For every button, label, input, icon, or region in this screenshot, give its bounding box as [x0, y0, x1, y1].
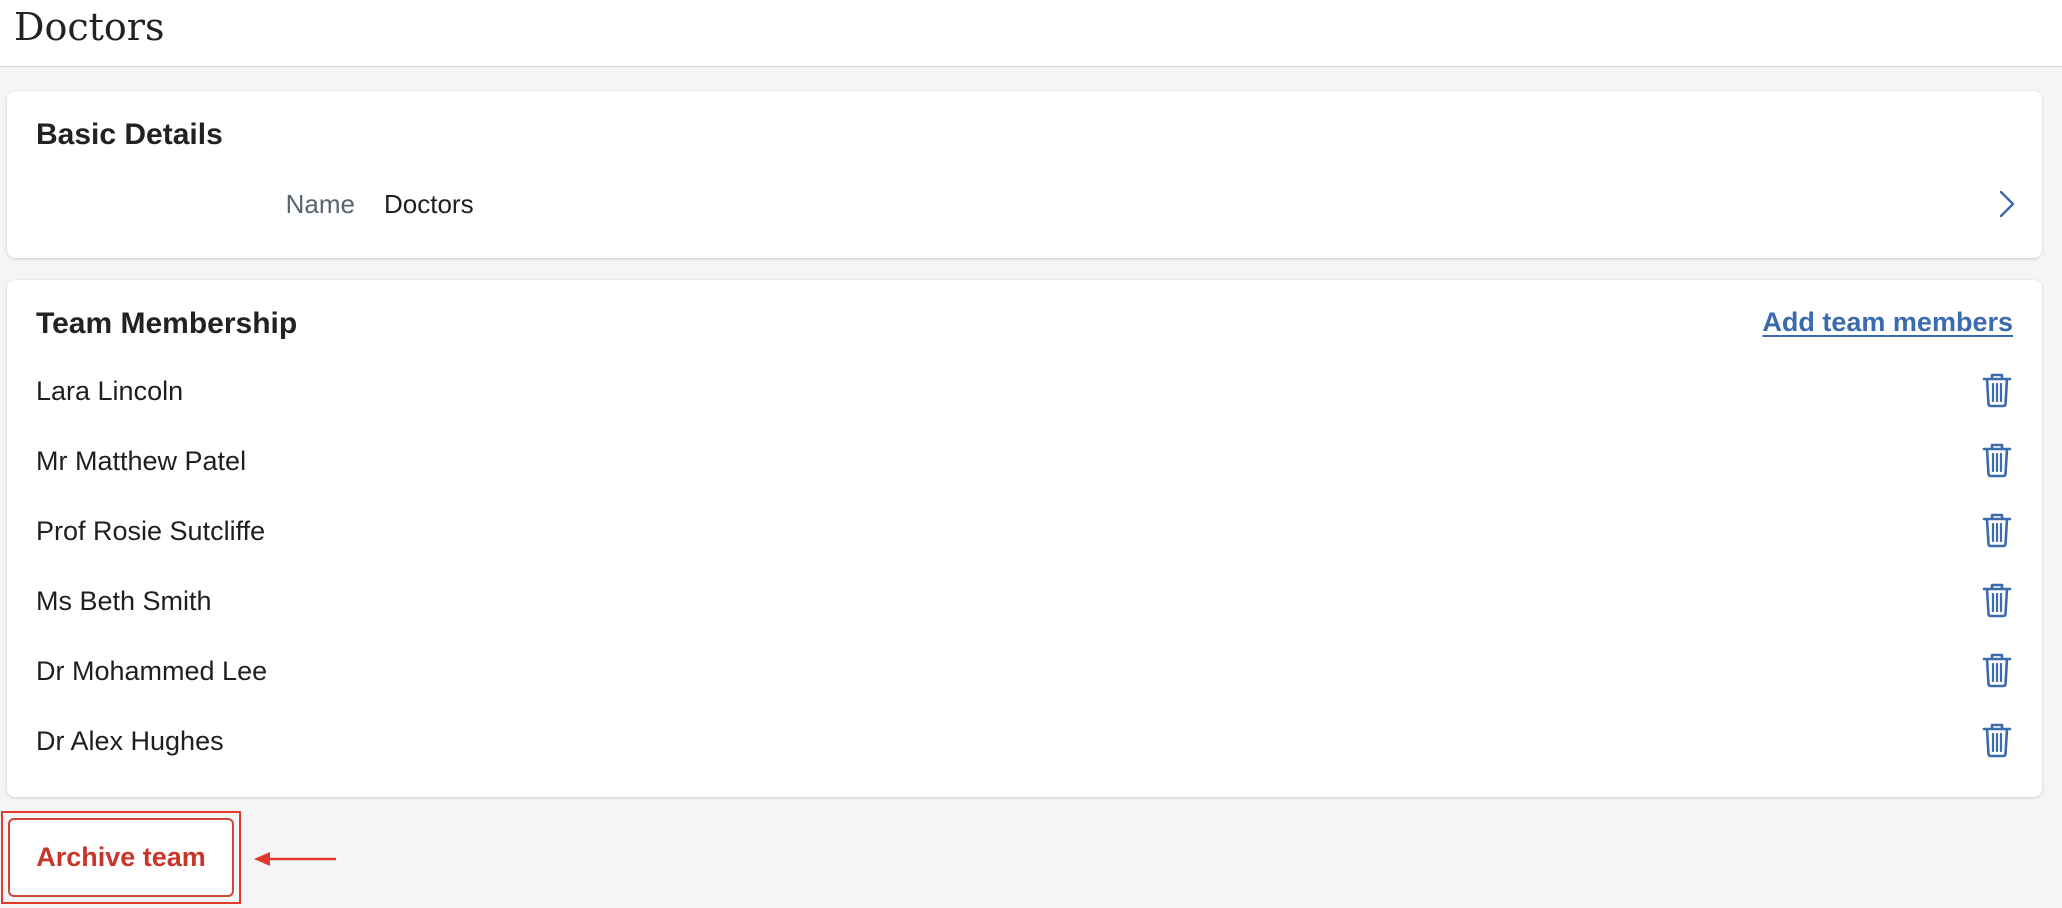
remove-member-button[interactable]: [1981, 652, 2013, 688]
trash-icon: [1982, 653, 2012, 688]
arrow-left-icon: [254, 852, 336, 866]
remove-member-button[interactable]: [1981, 722, 2013, 758]
member-name: Mr Matthew Patel: [36, 446, 247, 476]
remove-member-button[interactable]: [1981, 582, 2013, 618]
member-name: Lara Lincoln: [36, 376, 184, 406]
list-item: Mr Matthew Patel: [7, 442, 2042, 512]
name-label: Name: [285, 189, 355, 219]
list-item: Dr Alex Hughes: [7, 722, 2042, 792]
list-item: Lara Lincoln: [7, 372, 2042, 442]
member-name: Prof Rosie Sutcliffe: [36, 516, 266, 546]
page-header: Doctors: [0, 0, 2062, 67]
trash-icon: [1982, 583, 2012, 618]
basic-details-card: Basic Details Name Doctors: [7, 91, 2042, 258]
list-item: Ms Beth Smith: [7, 582, 2042, 652]
basic-details-heading: Basic Details: [36, 118, 223, 151]
chevron-right-icon[interactable]: [1997, 188, 2017, 220]
remove-member-button[interactable]: [1981, 442, 2013, 478]
member-name: Ms Beth Smith: [36, 586, 212, 616]
trash-icon: [1982, 373, 2012, 408]
name-value: Doctors: [384, 189, 474, 219]
member-name: Dr Alex Hughes: [36, 726, 224, 756]
trash-icon: [1982, 723, 2012, 758]
list-item: Prof Rosie Sutcliffe: [7, 512, 2042, 582]
remove-member-button[interactable]: [1981, 372, 2013, 408]
team-membership-heading: Team Membership: [36, 307, 298, 340]
trash-icon: [1982, 513, 2012, 548]
remove-member-button[interactable]: [1981, 512, 2013, 548]
trash-icon: [1982, 443, 2012, 478]
member-list: Lara Lincoln Mr Matthew Patel Prof Rosie…: [7, 372, 2042, 792]
member-name: Dr Mohammed Lee: [36, 656, 268, 686]
archive-team-button[interactable]: Archive team: [8, 818, 234, 897]
team-membership-card: Team Membership Add team members Lara Li…: [7, 280, 2042, 797]
add-team-members-link[interactable]: Add team members: [1762, 306, 2013, 338]
page-title: Doctors: [14, 5, 165, 49]
list-item: Dr Mohammed Lee: [7, 652, 2042, 722]
name-detail-row[interactable]: Name Doctors: [7, 181, 2042, 227]
